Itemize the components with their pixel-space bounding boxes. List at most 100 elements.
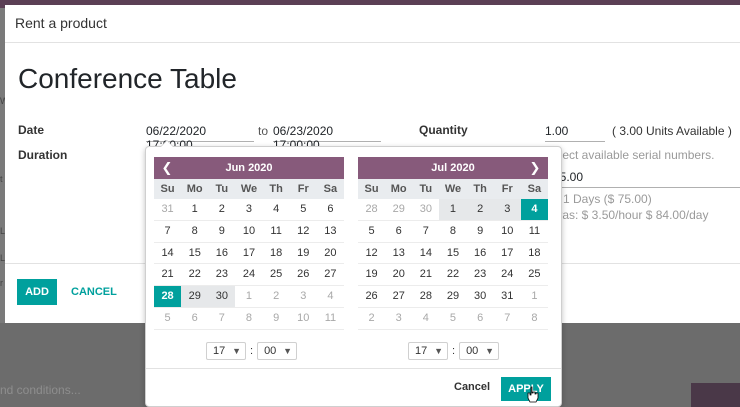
calendar-day[interactable]: 2 (358, 308, 385, 329)
calendar-day[interactable]: 24 (494, 264, 521, 285)
calendar-week: 7 8 9 10 11 12 13 (154, 221, 344, 243)
calendar-day[interactable]: 26 (290, 264, 317, 285)
calendar-day[interactable]: 8 (181, 221, 208, 242)
calendar-day[interactable]: 20 (317, 243, 344, 264)
calendar-day[interactable]: 28 (412, 286, 439, 307)
picker-cancel-button[interactable]: Cancel (454, 381, 490, 393)
calendar-day[interactable]: 7 (154, 221, 181, 242)
calendar-day[interactable]: 8 (439, 221, 466, 242)
calendar-day[interactable]: 27 (385, 286, 412, 307)
calendar-day[interactable]: 9 (467, 221, 494, 242)
chevron-left-icon[interactable]: ❮ (156, 157, 178, 179)
calendar-day[interactable]: 23 (208, 264, 235, 285)
calendar-day[interactable]: 7 (412, 221, 439, 242)
calendar-day[interactable]: 17 (235, 243, 262, 264)
calendar-day[interactable]: 28 (358, 199, 385, 220)
calendar-day[interactable]: 5 (290, 199, 317, 220)
calendar-day[interactable]: 9 (263, 308, 290, 329)
calendar-day[interactable]: 17 (494, 243, 521, 264)
calendar-day[interactable]: 10 (290, 308, 317, 329)
calendar-day[interactable]: 18 (263, 243, 290, 264)
calendar-day[interactable]: 2 (208, 199, 235, 220)
calendar-day[interactable]: 4 (412, 308, 439, 329)
calendar-day[interactable]: 1 (181, 199, 208, 220)
calendar-day[interactable]: 6 (385, 221, 412, 242)
calendar-day[interactable]: 4 (263, 199, 290, 220)
calendar-day[interactable]: 14 (154, 243, 181, 264)
apply-button[interactable]: APPLY (501, 377, 551, 401)
calendar-day[interactable]: 6 (181, 308, 208, 329)
calendar-day[interactable]: 22 (181, 264, 208, 285)
calendar-day[interactable]: 24 (235, 264, 262, 285)
calendar-day[interactable]: 6 (467, 308, 494, 329)
calendar-day[interactable]: 11 (521, 221, 548, 242)
quantity-field[interactable]: 1.00 (545, 124, 605, 142)
calendar-day[interactable]: 1 (439, 199, 467, 220)
calendar-day[interactable]: 4 (520, 199, 548, 220)
calendar-day[interactable]: 3 (290, 286, 317, 307)
cancel-button[interactable]: CANCEL (71, 279, 117, 305)
calendar-day[interactable]: 3 (493, 199, 521, 220)
calendar-day[interactable]: 16 (208, 243, 235, 264)
calendar-day[interactable]: 2 (263, 286, 290, 307)
calendar-day[interactable]: 16 (467, 243, 494, 264)
calendar-day[interactable]: 11 (263, 221, 290, 242)
calendar-day[interactable]: 20 (385, 264, 412, 285)
calendar-day[interactable]: 6 (317, 199, 344, 220)
calendar-day[interactable]: 31 (494, 286, 521, 307)
calendar-day[interactable]: 10 (494, 221, 521, 242)
calendar-day[interactable]: 31 (154, 199, 181, 220)
price-field[interactable]: 75.00 (553, 170, 740, 188)
weekday-row: Su Mo Tu We Th Fr Sa (154, 179, 344, 199)
calendar-day[interactable]: 13 (385, 243, 412, 264)
calendar-day[interactable]: 13 (317, 221, 344, 242)
calendar-day[interactable]: 14 (412, 243, 439, 264)
calendar-day[interactable]: 1 (235, 286, 262, 307)
calendar-day[interactable]: 29 (385, 199, 412, 220)
calendar-day[interactable]: 12 (290, 221, 317, 242)
minute-select[interactable]: 00 ▼ (257, 342, 298, 360)
calendar-day[interactable]: 25 (263, 264, 290, 285)
calendar-day[interactable]: 30 (412, 199, 439, 220)
calendar-day[interactable]: 8 (521, 308, 548, 329)
calendar-day[interactable]: 28 (154, 286, 182, 307)
hour-select[interactable]: 17 ▼ (206, 342, 246, 360)
calendar-day[interactable]: 27 (317, 264, 344, 285)
calendar-day[interactable]: 8 (235, 308, 262, 329)
calendar-day[interactable]: 15 (181, 243, 208, 264)
calendar-day[interactable]: 21 (412, 264, 439, 285)
calendar-day[interactable]: 3 (235, 199, 262, 220)
calendar-day[interactable]: 26 (358, 286, 385, 307)
calendar-day[interactable]: 30 (208, 286, 236, 307)
calendar-day[interactable]: 5 (154, 308, 181, 329)
calendar-day[interactable]: 9 (208, 221, 235, 242)
calendar-day[interactable]: 29 (439, 286, 466, 307)
calendar-day[interactable]: 29 (181, 286, 209, 307)
calendar-day[interactable]: 23 (467, 264, 494, 285)
weekday-label: Fr (297, 183, 309, 195)
calendar-day[interactable]: 18 (521, 243, 548, 264)
calendar-day[interactable]: 4 (317, 286, 344, 307)
calendar-day[interactable]: 22 (439, 264, 466, 285)
minute-select[interactable]: 00 ▼ (459, 342, 500, 360)
calendar-day[interactable]: 19 (290, 243, 317, 264)
calendar-day[interactable]: 5 (439, 308, 466, 329)
end-date-field[interactable]: 06/23/2020 17:00:00 (273, 124, 381, 152)
calendar-day[interactable]: 25 (521, 264, 548, 285)
chevron-right-icon[interactable]: ❯ (524, 157, 546, 179)
calendar-day[interactable]: 12 (358, 243, 385, 264)
calendar-day[interactable]: 2 (466, 199, 494, 220)
calendar-day[interactable]: 19 (358, 264, 385, 285)
calendar-day[interactable]: 15 (439, 243, 466, 264)
add-button[interactable]: ADD (17, 279, 57, 305)
calendar-day[interactable]: 3 (385, 308, 412, 329)
calendar-day[interactable]: 5 (358, 221, 385, 242)
calendar-day[interactable]: 7 (208, 308, 235, 329)
calendar-day[interactable]: 30 (467, 286, 494, 307)
calendar-day[interactable]: 21 (154, 264, 181, 285)
calendar-day[interactable]: 7 (494, 308, 521, 329)
calendar-day[interactable]: 10 (235, 221, 262, 242)
hour-select[interactable]: 17 ▼ (408, 342, 448, 360)
calendar-day[interactable]: 11 (317, 308, 344, 329)
calendar-day[interactable]: 1 (521, 286, 548, 307)
